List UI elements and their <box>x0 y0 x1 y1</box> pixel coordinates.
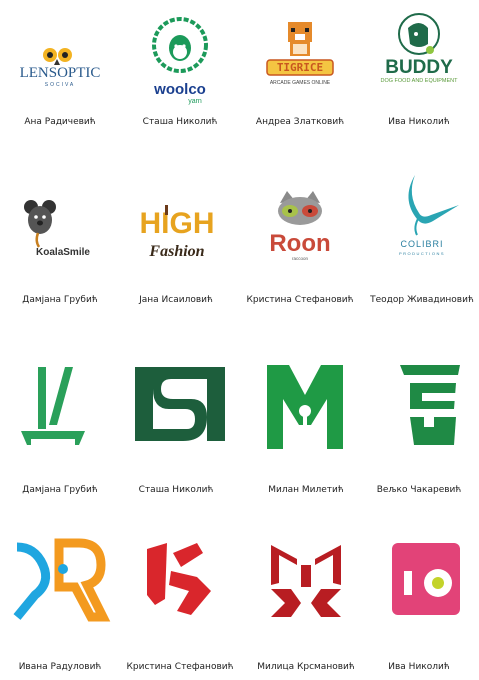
designer-name: Сташа Николић <box>138 485 214 495</box>
roon-logo: Roon raccoon <box>240 170 360 280</box>
logo-card[interactable]: HIGH Fashion Јана Исаиловић <box>116 170 236 330</box>
sn-monogram-logo <box>116 350 236 460</box>
logo-tagline: ARCADE GAMES ONLINE <box>270 80 331 86</box>
logo-card[interactable]: Кристина Стефановић <box>120 520 240 680</box>
portfolio-grid: LENSOPTIC SOCIVA Ана Радичевић woolco ya… <box>0 0 479 676</box>
logo-card[interactable]: Милан Милетић <box>246 350 366 510</box>
logo-wordmark: COLIBRI <box>400 239 443 249</box>
logo-card[interactable]: LENSOPTIC SOCIVA Ана Радичевић <box>0 0 120 160</box>
logo-tagline: yarn <box>188 98 202 105</box>
logo-card[interactable]: Ивана Радуловић <box>0 520 120 680</box>
logo-card[interactable]: BUDDY DOG FOOD AND EQUIPMENT Ива Николић <box>359 0 479 160</box>
tigrice-logo: TIGRICE ARCADE GAMES ONLINE <box>240 0 360 110</box>
designer-name: Ива Николић <box>388 117 450 127</box>
logo-wordmark: TIGRICE <box>277 61 323 74</box>
logo-card[interactable]: Дамјана Грубић <box>0 350 120 510</box>
designer-name: Андреа Златковић <box>255 117 345 127</box>
logo-card[interactable]: Милица Крсмановић <box>246 520 366 680</box>
logo-tagline: PRODUCTIONS <box>399 251 445 256</box>
designer-name: Јана Исаиловић <box>139 295 213 305</box>
logo-tagline: SOCIVA <box>45 82 76 88</box>
red-ks-logo <box>120 520 240 630</box>
colibri-logo: COLIBRI PRODUCTIONS <box>362 170 479 280</box>
logo-card[interactable]: Сташа Николић <box>116 350 236 510</box>
logo-card[interactable]: Вељко Чакаревић <box>359 350 479 510</box>
logo-wordmark: LENSOPTIC <box>20 65 101 81</box>
designer-name: Дамјана Грубић <box>22 485 98 495</box>
logo-card[interactable]: Roon raccoon Кристина Стефановић <box>240 170 360 330</box>
designer-name: Ана Радичевић <box>24 117 96 127</box>
green-di-logo <box>0 350 120 460</box>
designer-name: Кристина Стефановић <box>126 662 234 672</box>
logo-wordmark: HIGH <box>140 207 215 240</box>
logo-wordmark: Roon <box>269 230 330 257</box>
designer-name: Вељко Чакаревић <box>376 485 462 495</box>
crimson-ornament-logo <box>246 520 366 630</box>
logo-wordmark: woolco <box>153 81 206 98</box>
designer-name: Сташа Николић <box>142 117 218 127</box>
designer-name: Теодор Живадиновић <box>370 295 474 305</box>
logo-card[interactable]: TIGRICE ARCADE GAMES ONLINE Андреа Златк… <box>240 0 360 160</box>
designer-name: Кристина Стефановић <box>246 295 354 305</box>
logo-card[interactable]: woolco yarn Сташа Николић <box>120 0 240 160</box>
designer-name: Ивана Радуловић <box>18 662 102 672</box>
logo-tagline: Fashion <box>148 243 204 260</box>
lensoptic-logo: LENSOPTIC SOCIVA <box>0 0 120 110</box>
woolco-logo: woolco yarn <box>120 0 240 110</box>
pink-keyhole-logo <box>359 520 479 630</box>
green-e-logo <box>359 350 479 460</box>
designer-name: Милица Крсмановић <box>257 662 355 672</box>
green-m-logo <box>246 350 366 460</box>
logo-card[interactable]: KoalaSmile Дамјана Грубић <box>0 170 120 330</box>
buddy-logo: BUDDY DOG FOOD AND EQUIPMENT <box>359 0 479 110</box>
high-fashion-logo: HIGH Fashion <box>116 170 236 280</box>
logo-tagline: raccoon <box>292 256 309 261</box>
designer-name: Дамјана Грубић <box>22 295 98 305</box>
orange-blue-r-logo <box>0 520 120 630</box>
logo-card[interactable]: Ива Николић <box>359 520 479 680</box>
designer-name: Милан Милетић <box>268 485 344 495</box>
logo-card[interactable]: COLIBRI PRODUCTIONS Теодор Живадиновић <box>362 170 479 330</box>
logo-wordmark: BUDDY <box>385 57 453 78</box>
koalasmile-logo: KoalaSmile <box>0 170 120 280</box>
logo-tagline: DOG FOOD AND EQUIPMENT <box>380 78 458 84</box>
designer-name: Ива Николић <box>388 662 450 672</box>
logo-wordmark: KoalaSmile <box>36 247 90 258</box>
